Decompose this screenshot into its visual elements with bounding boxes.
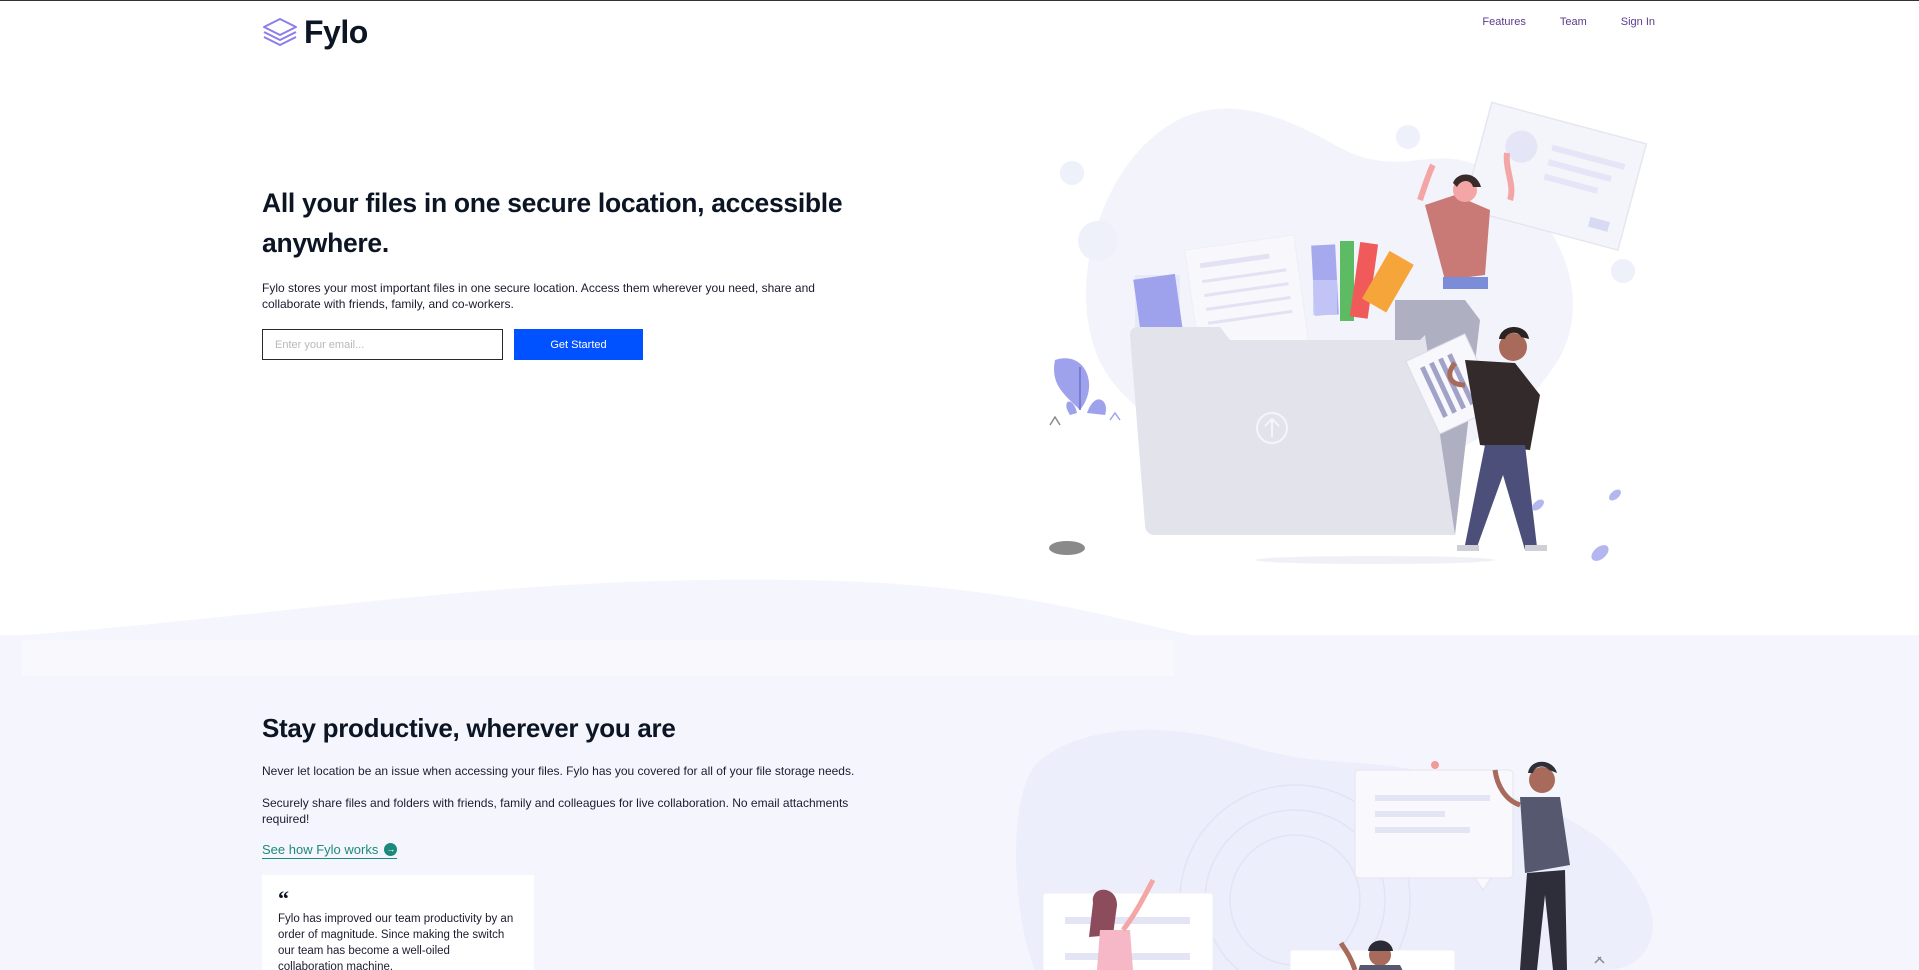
quote-icon: “ (278, 886, 289, 911)
productive-title: Stay productive, wherever you are (262, 713, 676, 743)
testimonial-card: “ Fylo has improved our team productivit… (262, 875, 534, 970)
productive-paragraph-1: Never let location be an issue when acce… (262, 764, 855, 778)
top-border (0, 0, 1919, 1)
nav-features-link[interactable]: Features (1482, 16, 1525, 28)
email-input[interactable] (262, 329, 503, 360)
productive-paragraph-2: Securely share files and folders with fr… (262, 796, 849, 826)
layers-logo-icon (263, 17, 297, 46)
main-nav: Features Team Sign In (1482, 16, 1655, 28)
section-wave (0, 579, 1200, 637)
get-started-button[interactable]: Get Started (514, 329, 643, 360)
arrow-right-circle-icon: → (384, 843, 398, 856)
nav-team-link[interactable]: Team (1560, 16, 1587, 28)
nav-sign-in-link[interactable]: Sign In (1621, 16, 1655, 28)
hero-illustration (1049, 101, 1648, 564)
brand-logo[interactable]: Fylo (262, 14, 368, 51)
testimonial-text: Fylo has improved our team productivity … (278, 913, 514, 970)
hero-title: All your files in one secure location, a… (262, 188, 843, 258)
see-how-fylo-works-link[interactable]: See how Fylo works → (262, 842, 398, 859)
section-band (22, 640, 1174, 676)
productive-illustration (1016, 729, 1653, 970)
brand-name: Fylo (304, 14, 368, 50)
see-how-link-label: See how Fylo works (262, 842, 379, 857)
hero-description: Fylo stores your most important files in… (262, 281, 815, 311)
